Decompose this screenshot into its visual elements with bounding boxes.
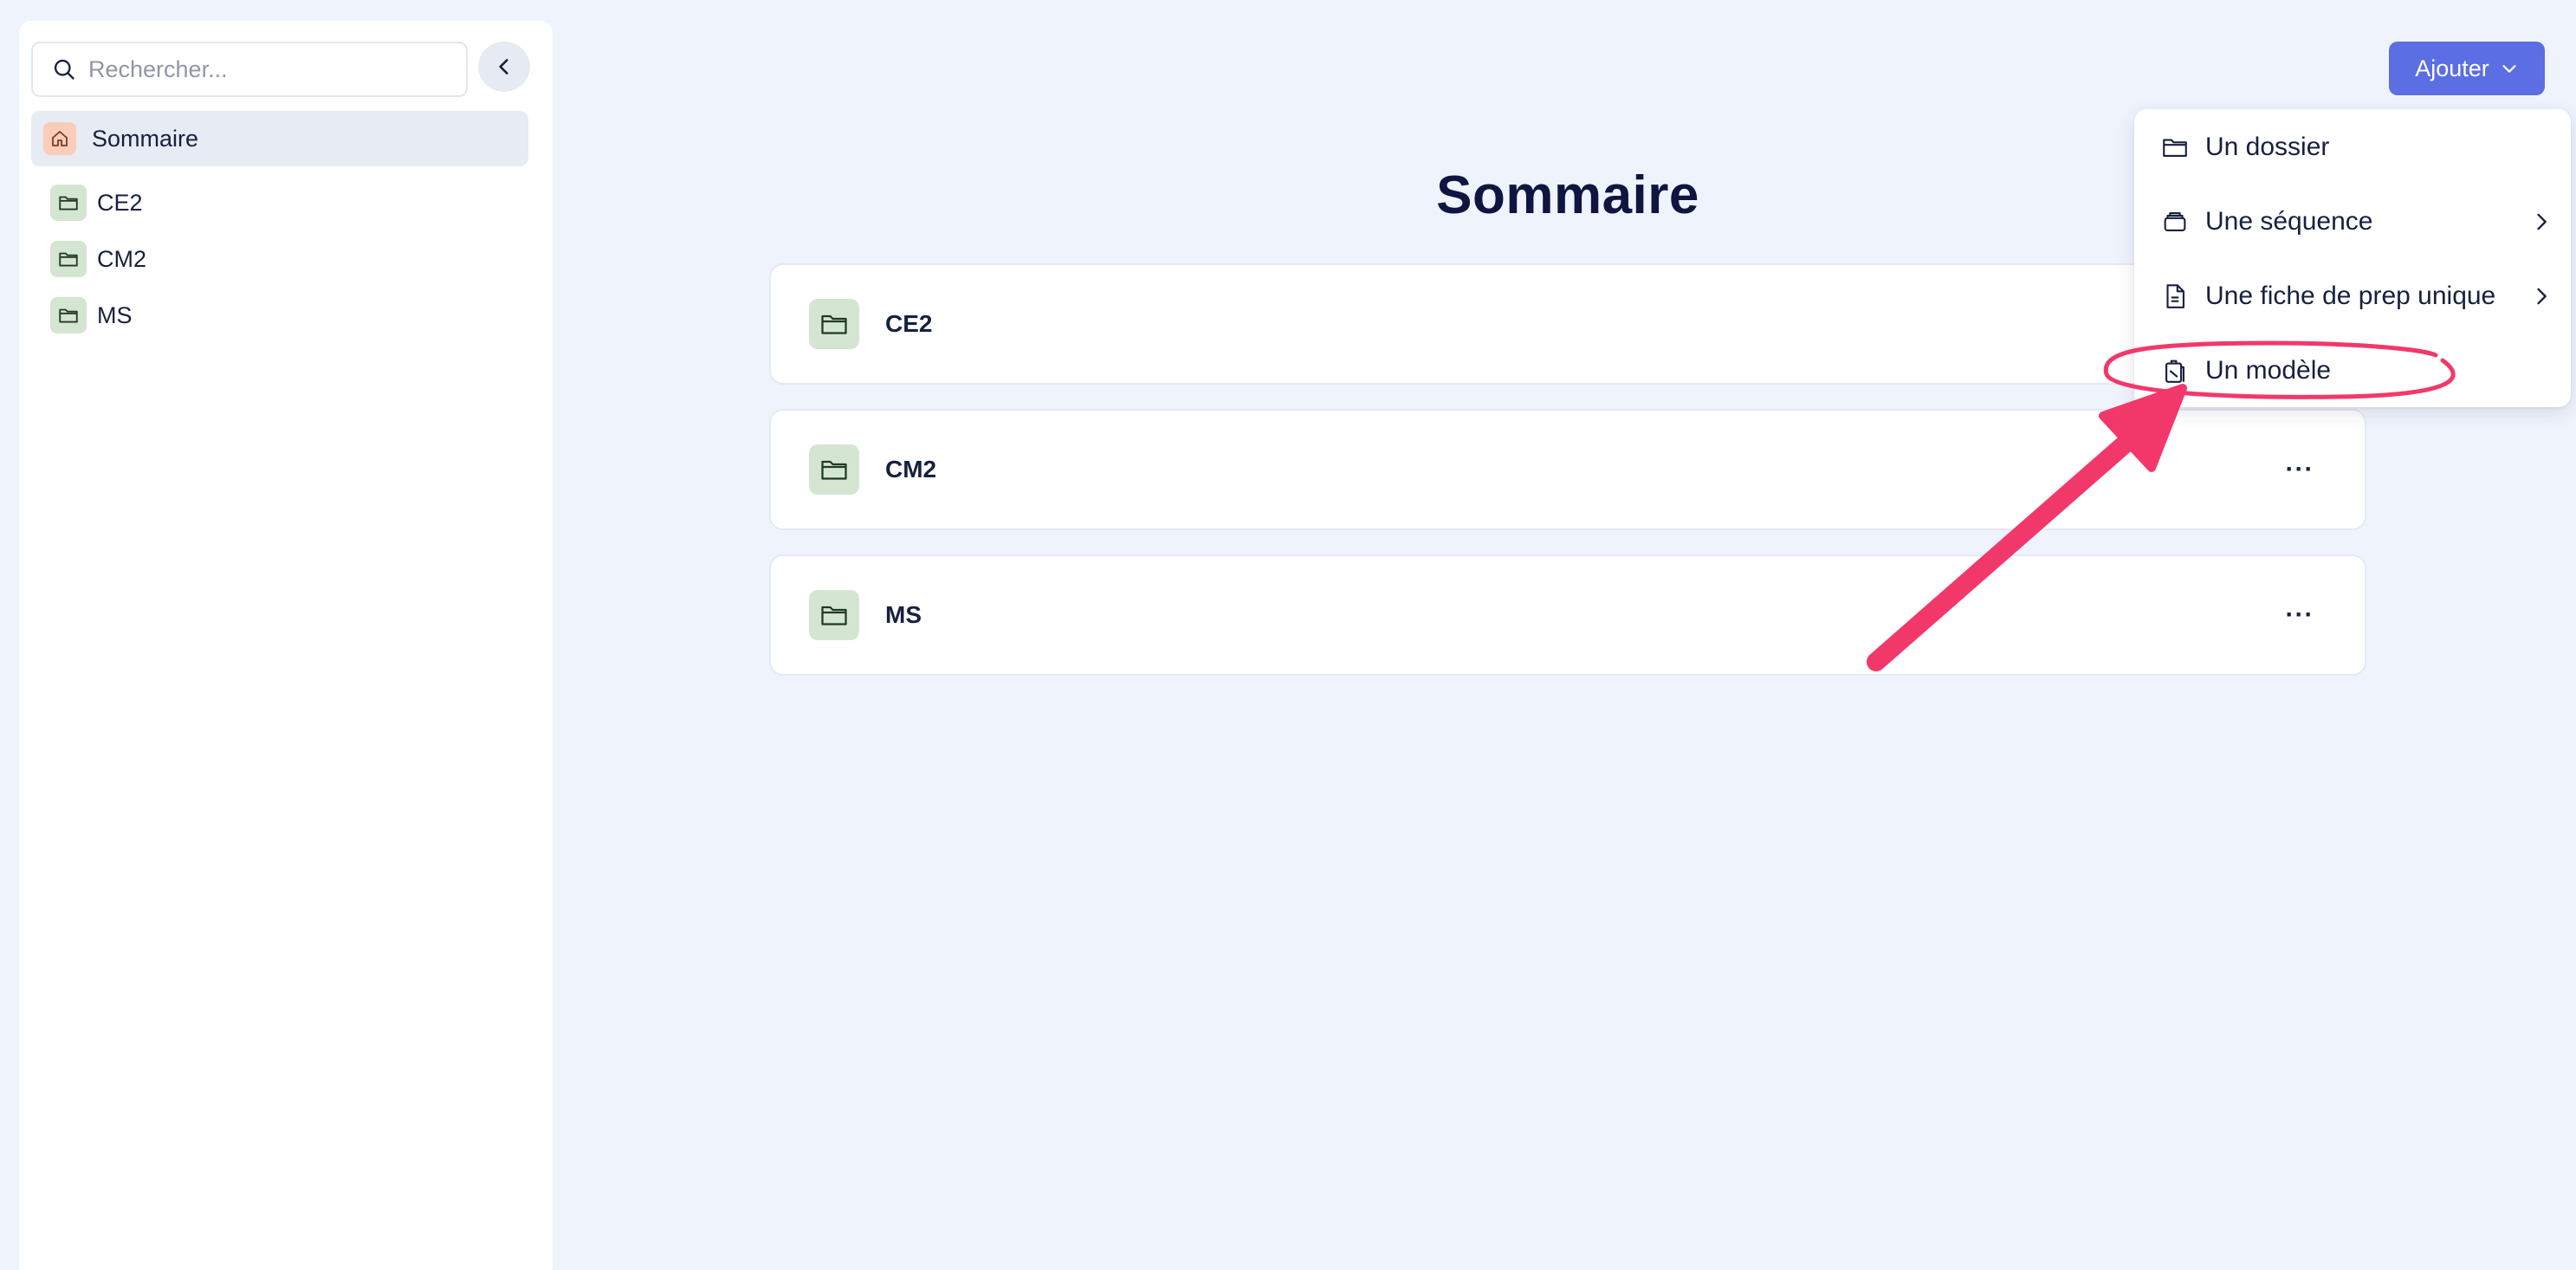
folder-icon	[809, 444, 859, 495]
sidebar-item-label: Sommaire	[92, 125, 199, 152]
sidebar-item-label: CM2	[97, 245, 147, 272]
collapse-sidebar-button[interactable]	[478, 42, 530, 92]
template-icon	[2165, 360, 2184, 383]
folder-card-label: MS	[885, 601, 922, 628]
folder-card-ce2[interactable]: CE2	[769, 263, 2366, 385]
folder-icon	[809, 590, 859, 640]
folder-icon	[50, 297, 87, 334]
add-button[interactable]: Ajouter	[2389, 42, 2545, 95]
menu-item-label: Une fiche de prep unique	[2205, 282, 2496, 310]
folder-icon	[50, 241, 87, 277]
more-options-button[interactable]: ···	[2278, 596, 2321, 634]
stack-icon	[2164, 212, 2186, 231]
folder-card-label: CE2	[885, 310, 933, 337]
folder-icon	[2163, 139, 2187, 157]
chevron-down-icon	[2502, 65, 2516, 73]
home-icon	[43, 122, 76, 155]
add-dropdown-menu: Un dossier Une séquence Une fiche de pre…	[2134, 109, 2571, 407]
menu-item-label: Un modèle	[2205, 356, 2332, 385]
search-box[interactable]	[31, 42, 468, 97]
sidebar-item-ms[interactable]: MS	[50, 296, 133, 334]
chevron-right-icon	[2537, 213, 2547, 230]
folder-card-cm2[interactable]: CM2 ···	[769, 409, 2366, 530]
folder-icon	[50, 185, 87, 221]
chevron-right-icon	[2537, 288, 2547, 305]
sidebar-item-label: CE2	[97, 189, 143, 216]
folder-icon	[809, 299, 859, 349]
menu-item-une-fiche-de-prep-unique[interactable]: Une fiche de prep unique	[2160, 272, 2553, 321]
page-title: Sommaire	[1436, 165, 1699, 225]
more-options-button[interactable]: ···	[2278, 450, 2321, 489]
document-icon	[2166, 284, 2184, 308]
sidebar-item-sommaire[interactable]: Sommaire	[31, 111, 528, 166]
sidebar: Sommaire CE2 CM2 MS	[19, 21, 553, 1270]
search-icon	[54, 59, 74, 80]
menu-item-label: Une séquence	[2205, 207, 2373, 236]
sidebar-item-ce2[interactable]: CE2	[50, 184, 143, 222]
folder-card-label: CM2	[885, 456, 937, 483]
sidebar-item-cm2[interactable]: CM2	[50, 240, 146, 278]
menu-item-label: Un dossier	[2205, 133, 2330, 161]
folder-card-ms[interactable]: MS ···	[769, 554, 2366, 676]
sidebar-item-label: MS	[97, 301, 133, 328]
menu-item-une-sequence[interactable]: Une séquence	[2160, 198, 2553, 246]
add-button-label: Ajouter	[2415, 55, 2489, 81]
menu-item-un-modele[interactable]: Un modèle	[2160, 347, 2553, 395]
menu-item-un-dossier[interactable]: Un dossier	[2160, 123, 2553, 172]
search-input[interactable]	[88, 55, 452, 83]
chevron-left-icon	[499, 59, 508, 75]
